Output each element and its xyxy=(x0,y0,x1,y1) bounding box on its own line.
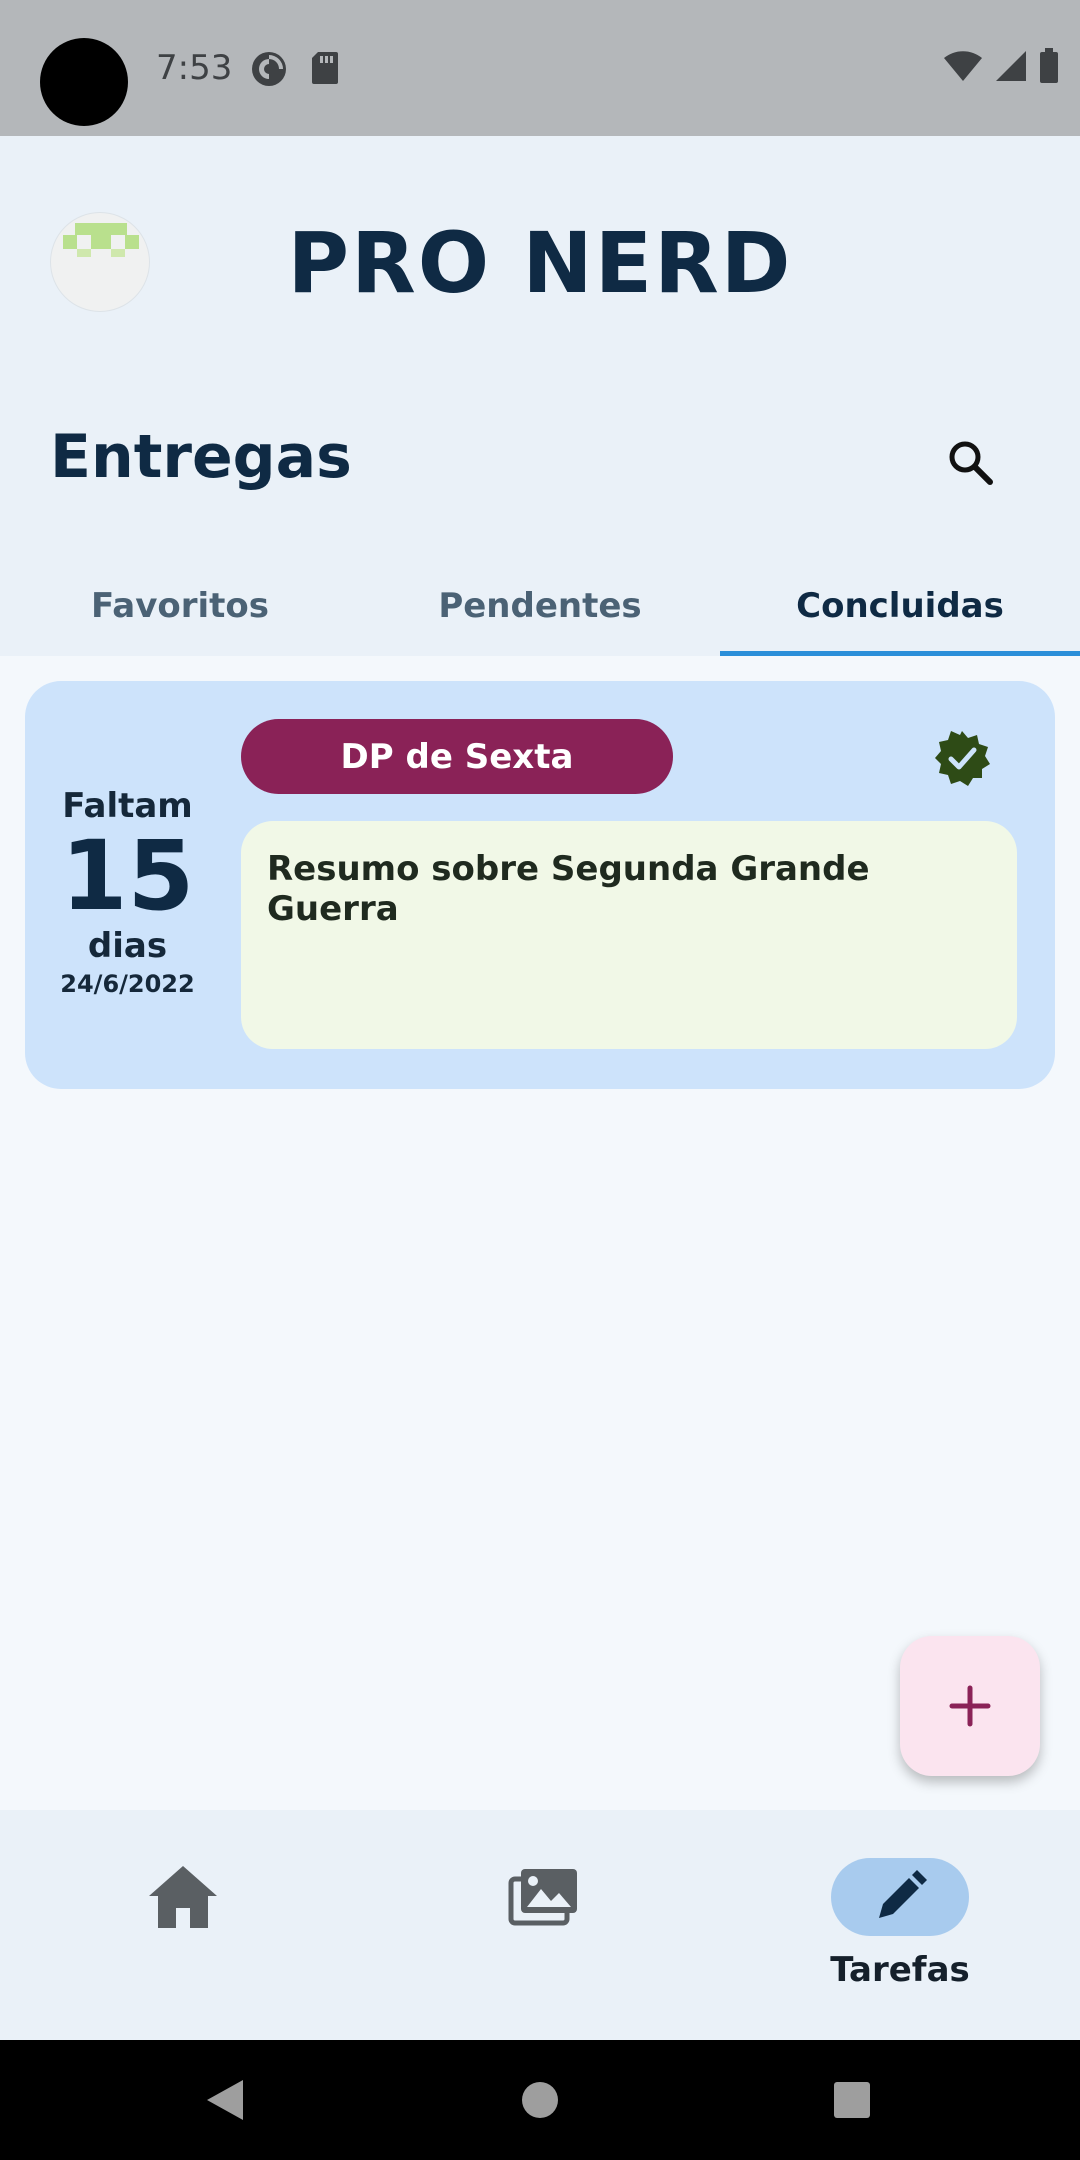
status-right-icons xyxy=(942,48,1060,89)
gallery-icon xyxy=(508,1869,577,1926)
app-header: PRO NERD Entregas Favoritos Pendentes Co… xyxy=(0,136,1080,656)
plus-icon xyxy=(949,1685,991,1727)
countdown-days: 15 xyxy=(60,819,195,932)
system-navigation-bar xyxy=(0,2040,1080,2160)
status-bar: 7:53 xyxy=(0,0,1080,136)
back-button[interactable] xyxy=(165,2040,285,2160)
tab-bar: Favoritos Pendentes Concluidas xyxy=(0,556,1080,656)
nav-home[interactable] xyxy=(3,1810,363,2040)
search-icon xyxy=(949,441,993,485)
due-date: 24/6/2022 xyxy=(60,970,195,999)
task-card[interactable]: Faltam 15 dias 24/6/2022 DP de Sexta Res… xyxy=(25,681,1055,1089)
tab-concluidas[interactable]: Concluidas xyxy=(720,556,1080,656)
pocket-casts-icon xyxy=(250,50,288,93)
home-button[interactable] xyxy=(480,2040,600,2160)
nav-tarefas[interactable]: Tarefas xyxy=(720,1810,1080,2040)
sd-card-icon xyxy=(310,50,340,91)
add-task-button[interactable] xyxy=(900,1636,1040,1776)
countdown: Faltam 15 dias 24/6/2022 xyxy=(25,681,230,1089)
tab-pendentes[interactable]: Pendentes xyxy=(360,556,720,656)
subject-badge: DP de Sexta xyxy=(241,719,673,794)
pencil-icon xyxy=(879,1870,927,1918)
status-time: 7:53 xyxy=(156,48,233,88)
home-circle-icon xyxy=(522,2082,558,2118)
nav-gallery[interactable] xyxy=(363,1810,723,2040)
battery-icon xyxy=(1038,48,1060,89)
countdown-suffix: dias xyxy=(87,926,168,967)
home-icon xyxy=(149,1866,217,1928)
recents-icon xyxy=(834,2082,870,2118)
back-icon xyxy=(207,2080,243,2120)
cell-signal-icon xyxy=(994,49,1028,88)
task-description: Resumo sobre Segunda Grande Guerra xyxy=(241,821,1017,1049)
page-title: Entregas xyxy=(50,422,352,492)
wifi-icon xyxy=(942,49,984,88)
bottom-navigation: Tarefas xyxy=(0,1810,1080,2040)
recents-button[interactable] xyxy=(792,2040,912,2160)
search-button[interactable] xyxy=(930,422,1010,502)
tab-favoritos[interactable]: Favoritos xyxy=(0,556,360,656)
app-title: PRO NERD xyxy=(287,214,793,312)
nav-label-tarefas: Tarefas xyxy=(830,1950,970,1990)
camera-cutout xyxy=(40,38,128,126)
verified-check-icon xyxy=(933,729,991,787)
